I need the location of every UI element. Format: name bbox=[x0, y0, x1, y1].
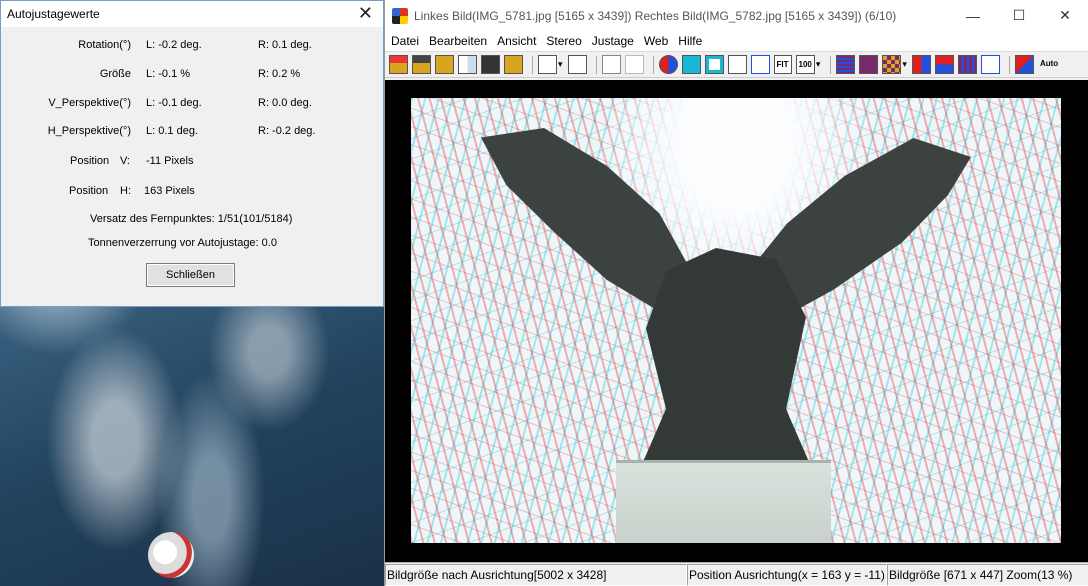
column-interlace-icon[interactable] bbox=[957, 55, 977, 74]
app-icon bbox=[392, 7, 408, 24]
menu-web[interactable]: Web bbox=[640, 34, 672, 48]
interlaced-icon[interactable] bbox=[836, 55, 856, 74]
position-v-value: -11 Pixels bbox=[146, 155, 194, 167]
dialog-title: Autojustagewerte bbox=[7, 7, 100, 21]
zoom-100-button[interactable]: 100 bbox=[795, 55, 815, 74]
v-perspective-right-value: R: 0.0 deg. bbox=[258, 97, 312, 109]
desktop-wallpaper-detail bbox=[141, 525, 201, 585]
window-controls: — ☐ ✕ bbox=[950, 0, 1088, 31]
position-h-label: Position bbox=[69, 185, 109, 197]
window-title: Linkes Bild(IMG_5781.jpg [5165 x 3439]) … bbox=[414, 8, 897, 23]
toolbar: ▾ FIT 100 ▾ ▾ Auto bbox=[385, 51, 1088, 78]
menu-stereo[interactable]: Stereo bbox=[542, 34, 585, 48]
checker-icon[interactable] bbox=[882, 55, 902, 74]
menubar: Datei Bearbeiten Ansicht Stereo Justage … bbox=[385, 31, 1088, 51]
open-folder-icon[interactable] bbox=[435, 55, 454, 74]
minimize-button[interactable]: — bbox=[950, 0, 996, 31]
rotation-label: Rotation(°) bbox=[78, 39, 131, 51]
maximize-button[interactable]: ☐ bbox=[996, 0, 1042, 31]
window-layout-icon[interactable] bbox=[458, 55, 477, 74]
arrows-in-icon[interactable] bbox=[750, 55, 770, 74]
swap-images-icon[interactable] bbox=[658, 55, 678, 74]
fit-window-icon[interactable] bbox=[681, 55, 701, 74]
save-icon[interactable] bbox=[481, 55, 500, 74]
v-perspective-left-value: L: -0.1 deg. bbox=[146, 97, 202, 109]
fullscreen-icon[interactable] bbox=[727, 55, 747, 74]
menu-datei[interactable]: Datei bbox=[387, 34, 423, 48]
h-perspective-left-value: L: 0.1 deg. bbox=[146, 125, 198, 137]
window-titlebar[interactable]: Linkes Bild(IMG_5781.jpg [5165 x 3439]) … bbox=[385, 0, 1088, 31]
h-perspective-label: H_Perspektive(°) bbox=[47, 125, 131, 137]
h-perspective-right-value: R: -0.2 deg. bbox=[258, 125, 316, 137]
fit-button[interactable]: FIT bbox=[773, 55, 792, 74]
menu-bearbeiten[interactable]: Bearbeiten bbox=[425, 34, 491, 48]
toolbar-separator bbox=[652, 55, 654, 74]
rotation-right-value: R: 0.1 deg. bbox=[258, 39, 312, 51]
crop-icon[interactable] bbox=[538, 55, 557, 74]
mode-dropdown-icon[interactable]: ▾ bbox=[902, 59, 907, 70]
menu-justage[interactable]: Justage bbox=[588, 34, 638, 48]
size-right-value: R: 0.2 % bbox=[258, 68, 301, 80]
position-v-label: Position bbox=[70, 155, 110, 167]
menu-ansicht[interactable]: Ansicht bbox=[493, 34, 540, 48]
auto-align-button[interactable]: Auto bbox=[1038, 55, 1060, 74]
move-icon[interactable] bbox=[567, 55, 587, 74]
barrel-distortion-text: Tonnenverzerrung vor Autojustage: 0.0 bbox=[88, 237, 277, 249]
over-under-icon[interactable] bbox=[934, 55, 954, 74]
position-v-axis: V: bbox=[120, 155, 130, 167]
undo-icon[interactable] bbox=[601, 55, 621, 74]
toolbar-separator bbox=[1008, 55, 1010, 74]
open-pair-icon[interactable] bbox=[412, 55, 431, 74]
toolbar-separator bbox=[532, 55, 533, 74]
statue-pedestal bbox=[616, 460, 831, 543]
anaglyph-image bbox=[411, 98, 1061, 543]
zoom-dropdown-icon[interactable]: ▾ bbox=[816, 59, 821, 70]
anaglyph-icon[interactable] bbox=[859, 55, 879, 74]
status-image-size-zoom: Bildgröße [671 x 447] Zoom(13 %) bbox=[887, 564, 1088, 586]
close-window-button[interactable]: ✕ bbox=[1042, 0, 1088, 31]
align-icon[interactable] bbox=[980, 55, 1000, 74]
image-canvas[interactable] bbox=[385, 80, 1088, 562]
rotation-left-value: L: -0.2 deg. bbox=[146, 39, 202, 51]
color-swap-icon[interactable] bbox=[1014, 55, 1034, 74]
vanishing-point-offset: Versatz des Fernpunktes: 1/51(101/5184) bbox=[90, 213, 293, 225]
status-aligned-size: Bildgröße nach Ausrichtung[5002 x 3428] bbox=[385, 564, 687, 586]
main-window: Linkes Bild(IMG_5781.jpg [5165 x 3439]) … bbox=[384, 0, 1088, 586]
position-h-axis: H: bbox=[120, 185, 131, 197]
close-button[interactable]: Schließen bbox=[146, 263, 235, 287]
redo-icon[interactable] bbox=[624, 55, 644, 74]
toolbar-separator bbox=[830, 55, 832, 74]
dialog-titlebar[interactable]: Autojustagewerte ✕ bbox=[1, 1, 383, 27]
statusbar: Bildgröße nach Ausrichtung[5002 x 3428] … bbox=[385, 562, 1088, 586]
statue-left-wing bbox=[481, 128, 691, 318]
full-window-icon[interactable] bbox=[704, 55, 724, 74]
open-stereo-icon[interactable] bbox=[389, 55, 408, 74]
v-perspective-label: V_Perspektive(°) bbox=[48, 97, 131, 109]
size-left-value: L: -0.1 % bbox=[146, 68, 191, 80]
status-alignment-position: Position Ausrichtung(x = 163 y = -11) bbox=[687, 564, 887, 586]
autojustage-dialog: Autojustagewerte ✕ Rotation(°) L: -0.2 d… bbox=[0, 0, 384, 307]
position-h-value: 163 Pixels bbox=[144, 185, 195, 197]
dialog-close-icon[interactable]: ✕ bbox=[358, 4, 373, 22]
toolbar-separator bbox=[595, 55, 597, 74]
side-by-side-icon[interactable] bbox=[911, 55, 931, 74]
menu-hilfe[interactable]: Hilfe bbox=[674, 34, 706, 48]
save-all-icon[interactable] bbox=[504, 55, 523, 74]
size-label: Größe bbox=[99, 68, 131, 80]
crop-dropdown-icon[interactable]: ▾ bbox=[558, 59, 563, 70]
